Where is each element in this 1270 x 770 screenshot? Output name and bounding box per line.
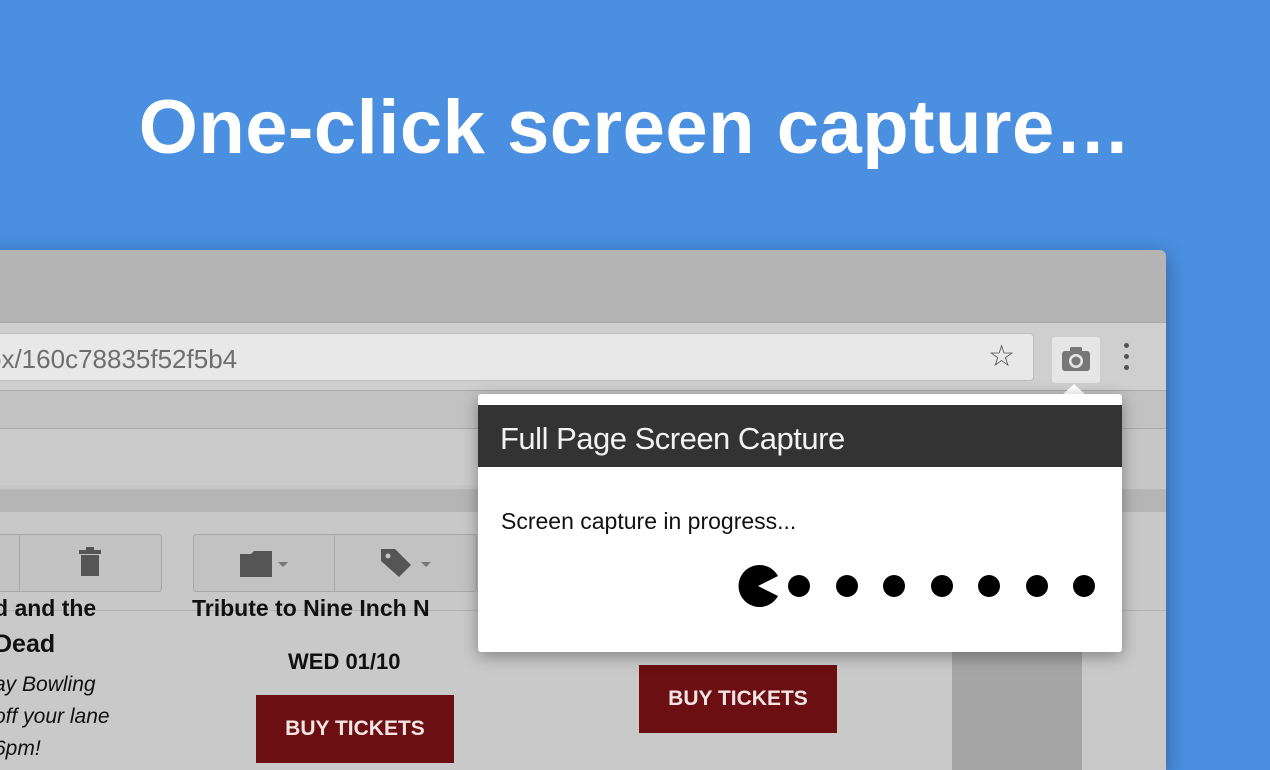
tab-strip xyxy=(0,250,1166,322)
progress-dot xyxy=(835,575,858,597)
event-title: Tribute to Nine Inch N xyxy=(192,595,430,621)
event-date: WED 01/10 xyxy=(288,649,401,674)
headline: One-click screen capture… xyxy=(138,85,1132,170)
progress-dot xyxy=(788,575,810,597)
trash-icon xyxy=(79,547,101,576)
capture-status-text: Screen capture in progress... xyxy=(501,508,797,534)
delete-button[interactable] xyxy=(19,535,162,591)
event-venue-line1: ay Bowling xyxy=(0,673,96,696)
progress-dot xyxy=(1025,575,1048,597)
event-title-line1: d and the xyxy=(0,595,97,621)
camera-icon xyxy=(1062,347,1090,371)
star-icon[interactable]: ☆ xyxy=(988,342,1015,372)
mail-search-field[interactable] xyxy=(0,429,480,485)
move-label-group xyxy=(193,534,477,592)
capture-progress-indicator xyxy=(736,564,1116,608)
progress-dot xyxy=(1073,575,1095,597)
progress-dot xyxy=(930,575,953,597)
popup-header: Full Page Screen Capture xyxy=(478,405,1122,467)
buy-tickets-button[interactable]: BUY TICKETS xyxy=(256,695,454,763)
address-text: ox/160c78835f52f5b4 xyxy=(0,344,238,374)
popup-title: Full Page Screen Capture xyxy=(500,421,845,456)
archive-delete-group xyxy=(0,534,162,592)
progress-dot xyxy=(883,575,905,597)
buy-tickets-button[interactable]: BUY TICKETS xyxy=(639,665,837,733)
browser-toolbar: ox/160c78835f52f5b4 ☆ xyxy=(0,322,1166,391)
event-venue-line3: 6pm! xyxy=(0,737,41,760)
address-bar[interactable]: ox/160c78835f52f5b4 ☆ xyxy=(0,333,1034,381)
event-title-line2: Dead xyxy=(0,630,56,658)
capture-popup: Full Page Screen Capture Screen capture … xyxy=(478,394,1122,652)
more-vert-icon[interactable] xyxy=(1124,343,1130,373)
screen-capture-extension-button[interactable] xyxy=(1052,337,1100,383)
pacman-icon xyxy=(738,565,778,607)
move-to-button[interactable] xyxy=(194,535,334,591)
progress-dot xyxy=(978,575,1000,597)
tag-icon xyxy=(381,549,431,577)
folder-icon xyxy=(240,551,288,577)
event-venue-line2: off your lane xyxy=(0,705,110,728)
labels-button[interactable] xyxy=(334,535,477,591)
